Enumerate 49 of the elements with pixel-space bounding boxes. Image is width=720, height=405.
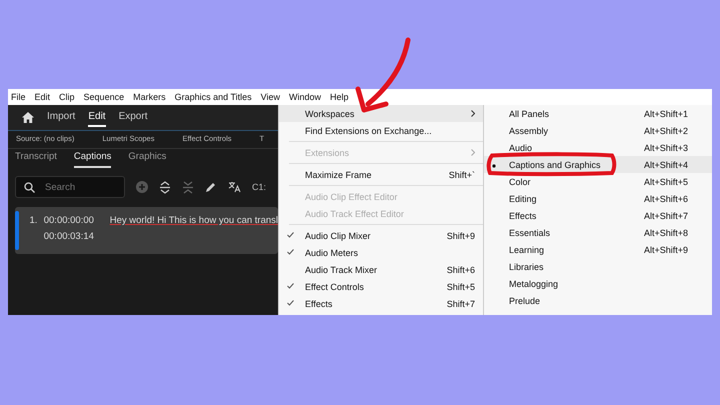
header-tab[interactable]: Import: [47, 108, 76, 127]
menu-item[interactable]: Find Extensions on Exchange...: [279, 122, 483, 139]
home-icon[interactable]: [22, 112, 34, 123]
menu-bar-item[interactable]: Edit: [34, 92, 50, 102]
menu-item[interactable]: Workspaces: [279, 105, 483, 122]
menu-bar-item[interactable]: Help: [330, 92, 349, 102]
menu-item[interactable]: Maximize Frame Shift+`: [279, 166, 483, 183]
menu-bar-item[interactable]: Clip: [59, 92, 75, 102]
menu-item[interactable]: Audio Track Mixer Shift+6: [279, 261, 483, 278]
menu-item[interactable]: Effects Alt+Shift+7: [484, 207, 712, 224]
search-input[interactable]: Search: [43, 180, 117, 194]
pencil-icon[interactable]: [205, 181, 217, 193]
menu-item[interactable]: Assembly Alt+Shift+2: [484, 122, 712, 139]
menu-item[interactable]: Audio Meters: [279, 244, 483, 261]
menu-item[interactable]: Metalogging: [484, 275, 712, 292]
caption-start-time: 00:00:00:00: [44, 215, 95, 226]
menu-item[interactable]: All Panels Alt+Shift+1: [484, 105, 712, 122]
menu-item[interactable]: Learning Alt+Shift+9: [484, 241, 712, 258]
menu-bar-item[interactable]: Graphics and Titles: [174, 92, 252, 102]
menu-bar-item[interactable]: View: [260, 92, 280, 102]
captions-tab[interactable]: Captions: [74, 151, 112, 168]
expand-icon[interactable]: [159, 180, 171, 194]
menu-bar-item[interactable]: File: [11, 92, 26, 102]
menu-item[interactable]: Editing Alt+Shift+6: [484, 190, 712, 207]
caption-end-time: 00:00:03:14: [44, 231, 95, 242]
captions-tab[interactable]: Graphics: [128, 151, 166, 168]
search-field[interactable]: Search: [15, 176, 125, 198]
caption-number: 1.: [28, 214, 38, 228]
captions-tab[interactable]: Transcript: [15, 151, 57, 168]
menu-item[interactable]: Captions and Graphics Alt+Shift+4: [484, 156, 712, 173]
header-tab[interactable]: Export: [118, 108, 148, 127]
toolbar-label: C1:: [252, 182, 266, 192]
caption-text: Hey world! Hi This is how you can transl: [110, 214, 278, 228]
menu-bar-item[interactable]: Markers: [133, 92, 166, 102]
menu-bar-item[interactable]: Sequence: [84, 92, 124, 102]
menu-item[interactable]: Color Alt+Shift+5: [484, 173, 712, 190]
menu-item[interactable]: Libraries: [484, 258, 712, 275]
menu-item[interactable]: Effects Shift+7: [279, 295, 483, 312]
search-icon: [24, 182, 35, 192]
menu-bar-item[interactable]: Window: [289, 92, 322, 102]
menu-item[interactable]: Audio Clip Mixer Shift+9: [279, 227, 483, 244]
menu-item[interactable]: Audio Alt+Shift+3: [484, 139, 712, 156]
collapse-icon[interactable]: [182, 180, 194, 194]
menu-item[interactable]: Prelude: [484, 292, 712, 309]
caption-card[interactable]: 1. 00:00:00:00 00:00:03:14 Hey world! Hi This is how you can transl: [15, 207, 278, 254]
header-tab[interactable]: Edit: [88, 108, 106, 127]
menu-item[interactable]: Effect Controls Shift+5: [279, 278, 483, 295]
menu-item[interactable]: Essentials Alt+Shift+8: [484, 224, 712, 241]
translate-icon[interactable]: [228, 181, 241, 193]
